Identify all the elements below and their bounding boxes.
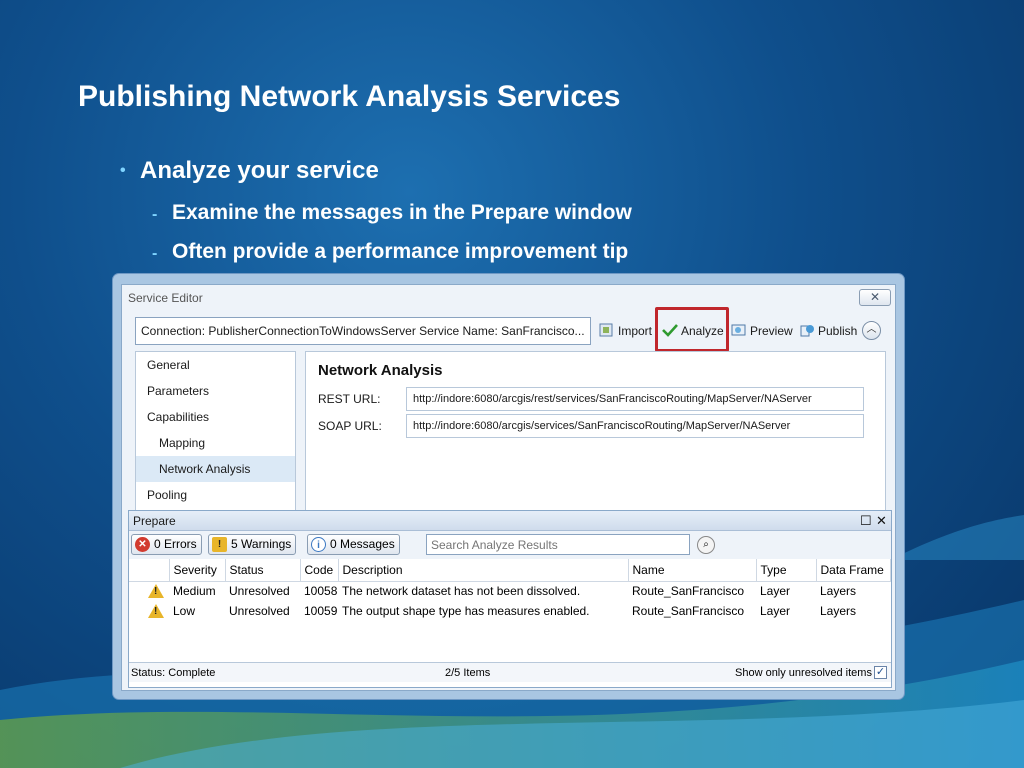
prepare-title: Prepare <box>133 514 176 528</box>
sub-bullet-text: Examine the messages in the Prepare wind… <box>172 201 632 224</box>
sub-bullet-text: Often provide a performance improvement … <box>172 240 629 263</box>
sidebar-item-mapping[interactable]: Mapping <box>136 430 295 456</box>
settings-panel: Network Analysis REST URL: http://indore… <box>305 351 886 511</box>
sidebar-item-capabilities[interactable]: Capabilities <box>136 404 295 430</box>
show-unresolved-checkbox[interactable]: ✓ <box>874 666 887 679</box>
column-header-icon <box>129 559 170 582</box>
warnings-filter-button[interactable]: ! 5 Warnings <box>208 534 297 555</box>
cell-code: 10059 <box>304 604 338 618</box>
import-button[interactable]: Import <box>599 321 652 341</box>
soap-url-label: SOAP URL: <box>318 419 382 433</box>
table-row[interactable]: ! Low Unresolved 10059 The output shape … <box>129 601 891 621</box>
results-table: Severity Status Code Description Name Ty… <box>129 559 891 621</box>
column-header-name[interactable]: Name <box>628 559 757 582</box>
cell-description: The output shape type has measures enabl… <box>342 604 590 618</box>
maximize-icon[interactable]: ☐ <box>860 513 872 529</box>
cell-severity: Low <box>173 604 196 618</box>
warning-icon: ! <box>212 537 227 552</box>
column-header-severity[interactable]: Severity <box>169 559 226 582</box>
table-header-row: Severity Status Code Description Name Ty… <box>129 559 891 582</box>
cell-status: Unresolved <box>229 584 290 599</box>
column-header-data-frame[interactable]: Data Frame <box>816 559 891 582</box>
status-bar: Status: Complete 2/5 Items Show only unr… <box>129 662 891 682</box>
connection-field[interactable]: Connection: PublisherConnectionToWindows… <box>135 317 591 345</box>
preview-button[interactable]: Preview <box>731 321 793 341</box>
slide-title: Publishing Network Analysis Services <box>78 80 621 113</box>
import-icon <box>599 323 613 337</box>
cell-description: The network dataset has not been dissolv… <box>342 584 581 599</box>
analyze-highlight <box>655 307 729 352</box>
cell-type: Layer <box>760 584 791 599</box>
cell-type: Layer <box>760 604 791 618</box>
errors-label: 0 Errors <box>154 537 197 551</box>
warnings-label: 5 Warnings <box>231 537 292 551</box>
bullet-main-text: Analyze your service <box>140 157 379 184</box>
rest-url-label: REST URL: <box>318 392 381 406</box>
search-icon[interactable]: ⌕ <box>697 536 715 554</box>
messages-filter-button[interactable]: i 0 Messages <box>307 534 400 555</box>
error-icon: ✕ <box>135 537 150 552</box>
sidebar-item-network-analysis[interactable]: Network Analysis <box>136 456 295 482</box>
close-button[interactable]: ✕ <box>859 289 891 306</box>
collapse-chevron-up-icon[interactable]: ︿ <box>862 321 881 340</box>
cell-status: Unresolved <box>229 604 290 618</box>
warning-icon: ! <box>129 601 169 621</box>
column-header-status[interactable]: Status <box>225 559 301 582</box>
prepare-header: Prepare ☐ ✕ <box>129 511 891 531</box>
bullet-main: • Analyze your service <box>120 157 379 185</box>
table-row[interactable]: ! Medium Unresolved 10058 The network da… <box>129 581 891 601</box>
cell-name: Route_SanFrancisco <box>632 604 745 618</box>
column-header-description[interactable]: Description <box>338 559 629 582</box>
column-header-type[interactable]: Type <box>756 559 817 582</box>
sub-bullet-marker: - <box>152 206 158 223</box>
preview-icon <box>731 324 746 336</box>
items-count: 2/5 Items <box>445 667 491 679</box>
preview-label: Preview <box>750 324 793 338</box>
close-icon[interactable]: ✕ <box>876 513 887 529</box>
sidebar-nav: General Parameters Capabilities Mapping … <box>135 351 296 511</box>
cell-data-frame: Layers <box>820 584 857 599</box>
show-unresolved-label: Show only unresolved items <box>735 667 872 679</box>
rest-url-field[interactable]: http://indore:6080/arcgis/rest/services/… <box>406 387 864 411</box>
sub-bullet-marker: - <box>152 245 158 262</box>
search-input[interactable] <box>426 534 690 555</box>
publish-label: Publish <box>818 324 858 338</box>
sidebar-item-general[interactable]: General <box>136 352 295 378</box>
cell-code: 10058 <box>304 584 338 599</box>
soap-url-field[interactable]: http://indore:6080/arcgis/services/SanFr… <box>406 414 864 438</box>
bullet-marker: • <box>120 162 126 179</box>
window-title: Service Editor <box>128 291 203 305</box>
sub-bullet-1: - Examine the messages in the Prepare win… <box>152 201 632 225</box>
messages-label: 0 Messages <box>330 537 395 551</box>
import-label: Import <box>618 324 653 338</box>
info-icon: i <box>311 537 326 552</box>
cell-name: Route_SanFrancisco <box>632 584 745 599</box>
sidebar-item-pooling[interactable]: Pooling <box>136 482 295 508</box>
publish-icon <box>800 325 814 337</box>
sub-bullet-2: - Often provide a performance improvement… <box>152 240 628 264</box>
sidebar-item-parameters[interactable]: Parameters <box>136 378 295 404</box>
panel-heading: Network Analysis <box>318 362 443 379</box>
errors-filter-button[interactable]: ✕ 0 Errors <box>131 534 202 555</box>
prepare-window: Prepare ☐ ✕ ✕ 0 Errors ! 5 Warnings i 0 Mes… <box>128 510 892 688</box>
warning-icon: ! <box>129 581 169 601</box>
cell-data-frame: Layers <box>820 604 857 618</box>
publish-button[interactable]: Publish <box>799 321 857 341</box>
prepare-filter-bar: ✕ 0 Errors ! 5 Warnings i 0 Messages ⌕ <box>129 531 891 559</box>
column-header-code[interactable]: Code <box>300 559 339 582</box>
cell-severity: Medium <box>173 584 216 599</box>
status-text: Status: Complete <box>131 667 216 679</box>
